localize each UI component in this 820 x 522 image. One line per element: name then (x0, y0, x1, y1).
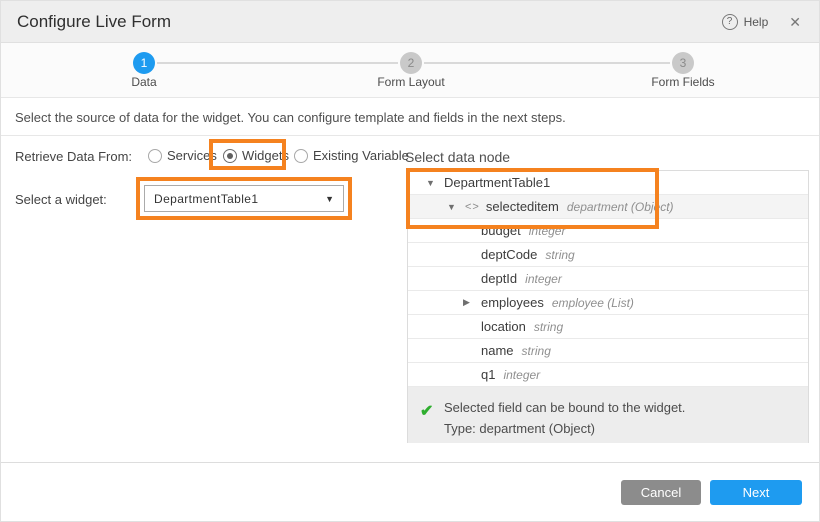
step-1-label: Data (94, 75, 194, 89)
radio-existing-variable-label: Existing Variable (313, 148, 409, 163)
tree-row-type: integer (529, 224, 566, 238)
validation-message-line1: Selected field can be bound to the widge… (444, 397, 685, 418)
step-3-circle[interactable]: 3 (672, 52, 694, 74)
tree-row-type: employee (List) (552, 296, 634, 310)
dropdown-caret-icon: ▼ (325, 194, 334, 204)
radio-existing-variable[interactable]: Existing Variable (294, 148, 409, 163)
radio-widgets[interactable]: Widgets (223, 148, 289, 163)
caret-down-icon[interactable]: ▼ (447, 202, 465, 212)
radio-existing-variable-circle (294, 149, 308, 163)
tree-row-type: integer (503, 368, 540, 382)
tree-row-employees[interactable]: ▶ employees employee (List) (408, 291, 808, 315)
cancel-button[interactable]: Cancel (621, 480, 701, 505)
tree-row-type: integer (525, 272, 562, 286)
select-widget-label: Select a widget: (15, 192, 107, 207)
tree-row-location[interactable]: ▶ location string (408, 315, 808, 339)
widget-select-value: DepartmentTable1 (154, 192, 258, 206)
tree-row-label: deptId (481, 271, 517, 286)
data-node-tree: ▼ DepartmentTable1 ▼ <> selecteditem dep… (407, 170, 809, 443)
tree-row-name[interactable]: ▶ name string (408, 339, 808, 363)
dialog-header: Configure Live Form ? Help ✕ (1, 1, 819, 43)
help-button[interactable]: ? Help (722, 14, 769, 30)
select-data-node-title: Select data node (405, 149, 510, 165)
footer-divider (1, 462, 819, 463)
tree-row-type: department (Object) (567, 200, 674, 214)
tree-row-type: string (522, 344, 551, 358)
retrieve-data-from-label: Retrieve Data From: (15, 149, 132, 164)
help-label: Help (744, 15, 769, 29)
page-title: Configure Live Form (17, 1, 171, 43)
tree-row-label: q1 (481, 367, 495, 382)
tree-row-selecteditem[interactable]: ▼ <> selecteditem department (Object) (408, 195, 808, 219)
step-2-label: Form Layout (361, 75, 461, 89)
step-1-circle[interactable]: 1 (133, 52, 155, 74)
step-connector-2 (424, 62, 670, 64)
widget-select-dropdown[interactable]: DepartmentTable1 ▼ (144, 185, 344, 212)
tree-row-label: budget (481, 223, 521, 238)
step-3-label: Form Fields (633, 75, 733, 89)
tree-row-departmenttable1[interactable]: ▼ DepartmentTable1 (408, 171, 808, 195)
radio-widgets-label: Widgets (242, 148, 289, 163)
code-brackets-icon: <> (465, 201, 480, 213)
tree-row-deptid[interactable]: ▶ deptId integer (408, 267, 808, 291)
validation-message: ✔ Selected field can be bound to the wid… (408, 387, 808, 443)
tree-row-type: string (534, 320, 563, 334)
radio-services[interactable]: Services (148, 148, 217, 163)
step-connector-1 (157, 62, 398, 64)
tree-row-label: name (481, 343, 514, 358)
radio-services-circle (148, 149, 162, 163)
wizard-stepper: 1 2 3 Data Form Layout Form Fields (1, 43, 819, 98)
tree-row-label: location (481, 319, 526, 334)
close-icon[interactable]: ✕ (789, 14, 801, 31)
configure-live-form-dialog: Configure Live Form ? Help ✕ 1 2 3 Data … (0, 0, 820, 522)
radio-widgets-circle (223, 149, 237, 163)
tree-row-budget[interactable]: ▶ budget integer (408, 219, 808, 243)
help-icon: ? (722, 14, 738, 30)
step-2-circle[interactable]: 2 (400, 52, 422, 74)
tree-row-label: selecteditem (486, 199, 559, 214)
tree-row-label: DepartmentTable1 (444, 175, 550, 190)
caret-right-icon[interactable]: ▶ (463, 297, 481, 308)
radio-services-label: Services (167, 148, 217, 163)
step-description: Select the source of data for the widget… (1, 99, 819, 136)
tree-row-deptcode[interactable]: ▶ deptCode string (408, 243, 808, 267)
caret-down-icon[interactable]: ▼ (426, 178, 444, 188)
check-icon: ✔ (420, 395, 444, 443)
tree-row-type: string (545, 248, 574, 262)
next-button[interactable]: Next (710, 480, 802, 505)
validation-message-line2: Type: department (Object) (444, 418, 685, 439)
tree-row-label: employees (481, 295, 544, 310)
tree-row-q1[interactable]: ▶ q1 integer (408, 363, 808, 387)
tree-row-label: deptCode (481, 247, 537, 262)
